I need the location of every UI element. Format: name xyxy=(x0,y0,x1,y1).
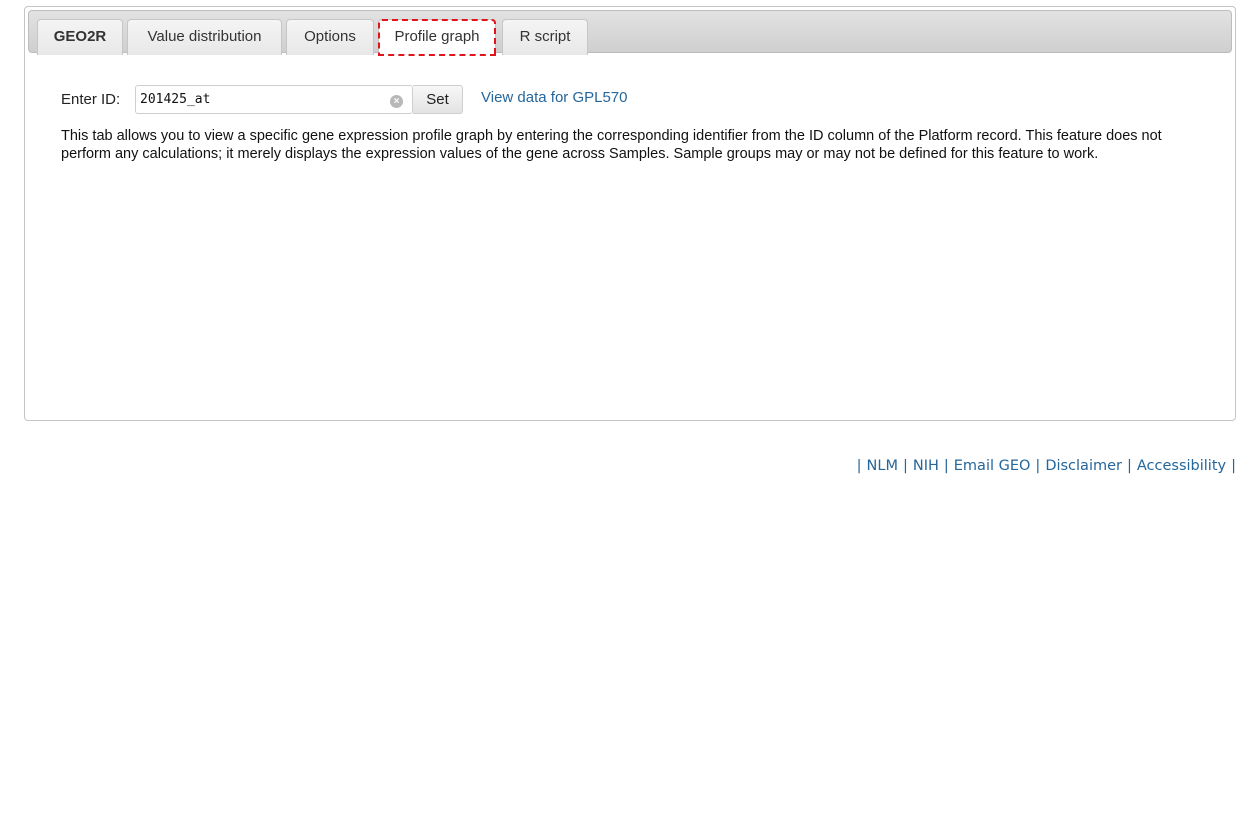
footer-links: | NLM | NIH | Email GEO | Disclaimer | Accessibil… xyxy=(852,458,1241,474)
view-platform-data-link[interactable]: View data for GPL570 xyxy=(481,89,627,106)
footer-separator: | xyxy=(1035,458,1041,474)
tab-geo2r[interactable]: GEO2R xyxy=(37,19,123,55)
id-row: Enter ID: × Set View data for GPL570 xyxy=(61,85,1201,117)
tab-description: This tab allows you to view a specific g… xyxy=(61,128,1162,162)
tab-profile-graph[interactable]: Profile graph xyxy=(378,19,496,56)
footer-link-accessibility[interactable]: Accessibility xyxy=(1137,458,1226,474)
footer-separator: | xyxy=(902,458,908,474)
tab-value-distribution[interactable]: Value distribution xyxy=(127,19,282,55)
footer-separator: | xyxy=(1126,458,1132,474)
set-button[interactable]: Set xyxy=(413,85,463,114)
tab-bar: GEO2R Value distribution Options Profile… xyxy=(28,10,1232,56)
footer-link-email-geo[interactable]: Email GEO xyxy=(954,458,1031,474)
enter-id-label: Enter ID: xyxy=(61,91,121,108)
geo2r-panel: GEO2R Value distribution Options Profile… xyxy=(24,6,1236,421)
footer-link-nlm[interactable]: NLM xyxy=(867,458,898,474)
tab-options[interactable]: Options xyxy=(286,19,374,55)
tab-r-script[interactable]: R script xyxy=(502,19,588,55)
footer-separator: | xyxy=(856,458,862,474)
id-input-box: × xyxy=(135,85,413,114)
clear-circle-icon[interactable]: × xyxy=(390,95,403,108)
profile-graph-content: Enter ID: × Set View data for GPL570 Thi… xyxy=(61,85,1201,163)
footer-link-disclaimer[interactable]: Disclaimer xyxy=(1045,458,1122,474)
footer-link-nih[interactable]: NIH xyxy=(913,458,939,474)
footer-separator: | xyxy=(943,458,949,474)
id-input[interactable] xyxy=(140,90,380,109)
footer-separator: | xyxy=(1231,458,1236,474)
